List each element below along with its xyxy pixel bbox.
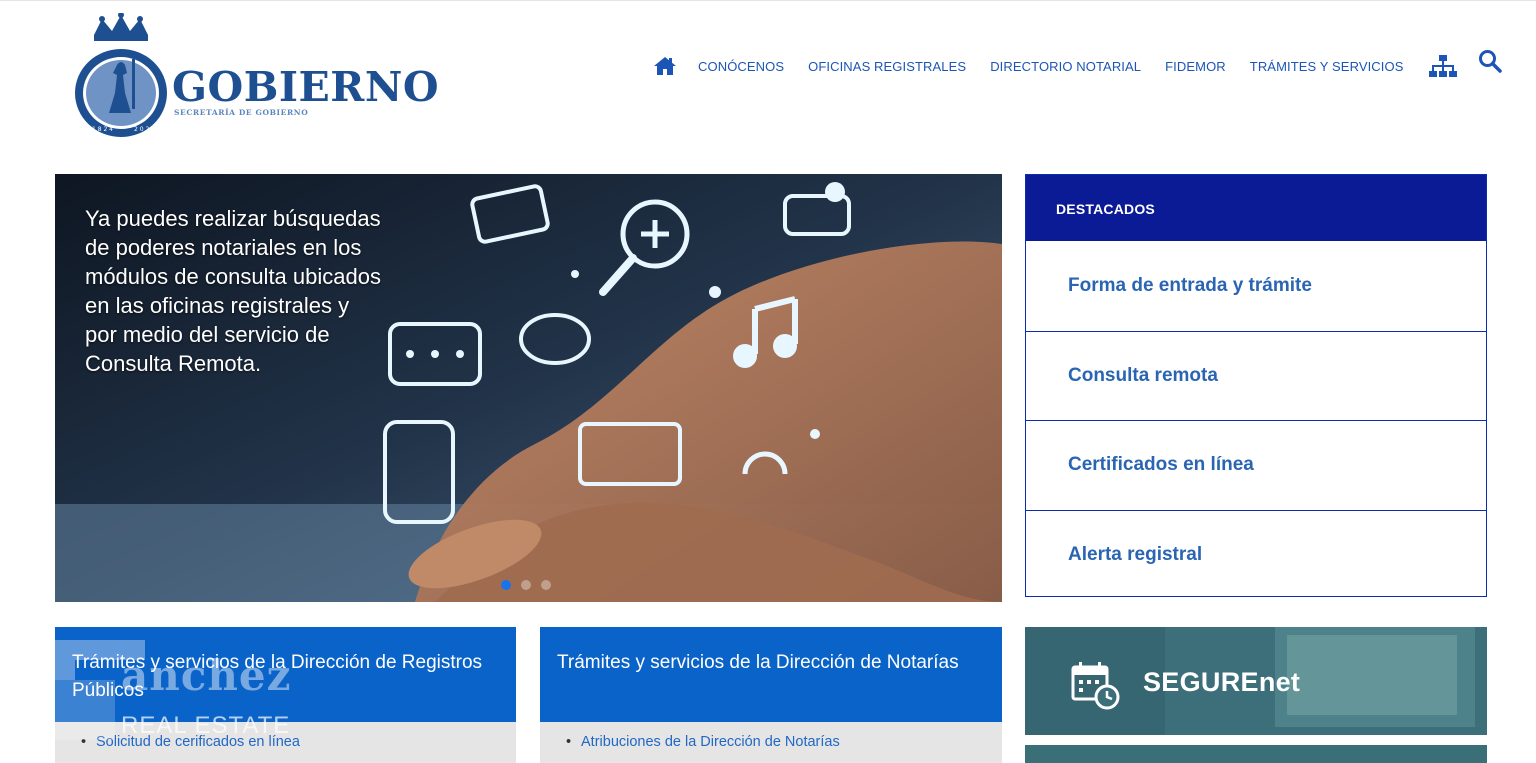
nav-item-fidemor[interactable]: FIDEMOR	[1165, 59, 1226, 74]
nav-item-conocenos[interactable]: CONÓCENOS	[698, 59, 784, 74]
slider-dot-3[interactable]	[541, 580, 551, 590]
search-icon[interactable]	[1478, 49, 1504, 75]
nav-item-tramites-servicios[interactable]: TRÁMITES Y SERVICIOS	[1250, 59, 1404, 74]
card-link-list: Solicitud de cerificados en línea	[55, 722, 516, 750]
destacados-item-alerta-registral[interactable]: Alerta registral	[1026, 509, 1486, 600]
main-nav: CONÓCENOS OFICINAS REGISTRALES DIRECTORI…	[652, 51, 1474, 81]
home-icon[interactable]	[652, 53, 678, 79]
card-notarias: Trámites y servicios de la Dirección de …	[540, 627, 1002, 763]
calendar-clock-icon	[1071, 662, 1120, 710]
logo[interactable]: 1 8 2 4 2 0 2 4 GOBIERNO SECRETARÍA DE G…	[72, 13, 439, 143]
hero-caption: Ya puedes realizar búsquedas de poderes …	[85, 206, 381, 376]
sitemap-icon[interactable]	[1428, 53, 1458, 79]
site-header: 1 8 2 4 2 0 2 4 GOBIERNO SECRETARÍA DE G…	[0, 0, 1536, 150]
card-title: Trámites y servicios de la Dirección de …	[55, 627, 516, 722]
nav-item-directorio-notarial[interactable]: DIRECTORIO NOTARIAL	[990, 59, 1141, 74]
hero-slider[interactable]: Ya puedes realizar búsquedas de poderes …	[55, 174, 1002, 602]
svg-text:1 8 2 4: 1 8 2 4	[92, 126, 113, 133]
slider-dots	[501, 580, 551, 590]
logo-wordmark: GOBIERNO	[172, 63, 440, 111]
destacados-title: DESTACADOS	[1026, 175, 1486, 241]
svg-text:2 0 2 4: 2 0 2 4	[134, 126, 155, 133]
banner-label: SEGUREnet	[1143, 667, 1301, 697]
slider-dot-1[interactable]	[501, 580, 511, 590]
slider-dot-2[interactable]	[521, 580, 531, 590]
card-registros-publicos: Trámites y servicios de la Dirección de …	[55, 627, 516, 763]
logo-subtitle: SECRETARÍA DE GOBIERNO	[174, 108, 309, 117]
card-link[interactable]: Solicitud de cerificados en línea	[81, 734, 516, 750]
card-link[interactable]: Atribuciones de la Dirección de Notarías	[566, 734, 1002, 750]
destacados-item-consulta-remota[interactable]: Consulta remota	[1026, 330, 1486, 421]
destacados-item-forma-entrada[interactable]: Forma de entrada y trámite	[1026, 241, 1486, 331]
destacados-item-certificados[interactable]: Certificados en línea	[1026, 420, 1486, 510]
nav-item-oficinas-registrales[interactable]: OFICINAS REGISTRALES	[808, 59, 966, 74]
seal-icon: 1 8 2 4 2 0 2 4	[75, 13, 167, 137]
destacados-panel: DESTACADOS Forma de entrada y trámite Co…	[1025, 174, 1487, 597]
secondary-banner[interactable]	[1025, 745, 1487, 763]
card-title: Trámites y servicios de la Dirección de …	[540, 627, 1002, 722]
card-link-list: Atribuciones de la Dirección de Notarías	[540, 722, 1002, 750]
segurenet-banner[interactable]: SEGUREnet	[1025, 627, 1487, 735]
